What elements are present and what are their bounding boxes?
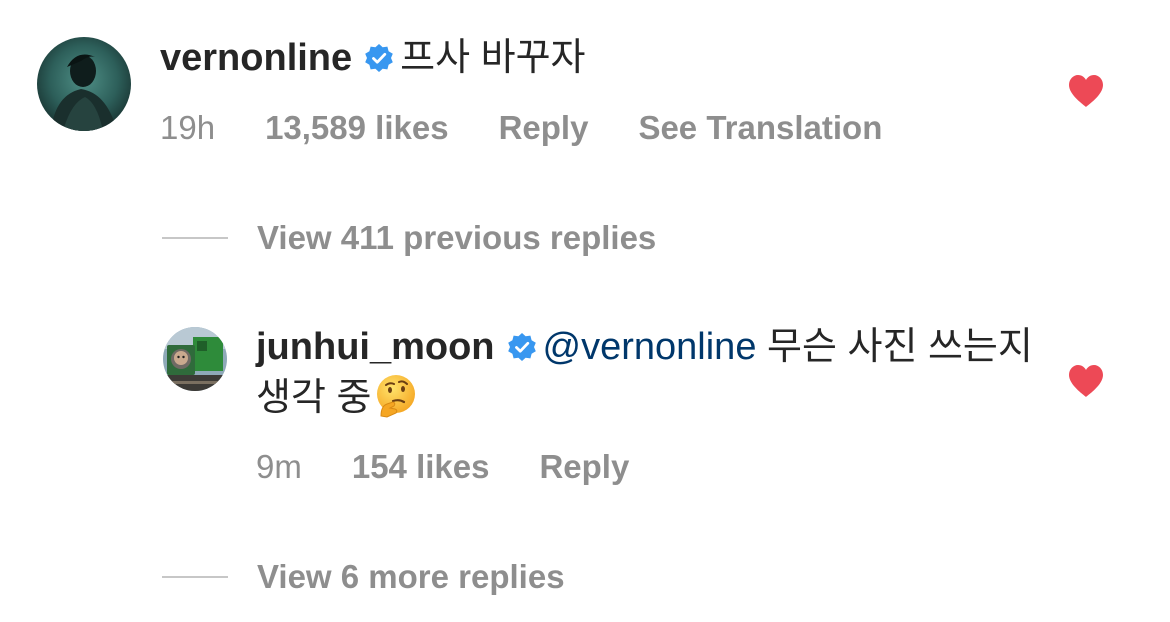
comment-likes-link[interactable]: 13,589 likes: [265, 108, 449, 148]
heart-filled-icon[interactable]: [1067, 74, 1105, 108]
reply-meta: 9m 154 likes Reply: [256, 447, 629, 487]
comment-reply-button[interactable]: Reply: [499, 108, 589, 148]
mention-link[interactable]: @vernonline: [543, 326, 757, 368]
thread-line: [162, 576, 228, 578]
thread-line: [162, 237, 228, 239]
comment-message: 프사 바꾸자: [400, 37, 586, 79]
verified-badge-icon: [507, 332, 537, 362]
reply-username[interactable]: junhui_moon: [256, 326, 495, 368]
reply-timestamp: 9m: [256, 448, 302, 485]
see-translation-button[interactable]: See Translation: [638, 108, 882, 148]
comment-meta: 19h 13,589 likes Reply See Translation: [160, 108, 882, 148]
reply-body: junhui_moon @vernonline 무슨 사진 쓰는지 생각 중: [256, 322, 1046, 423]
avatar-junhui-moon[interactable]: [163, 327, 227, 391]
reply-likes-link[interactable]: 154 likes: [352, 447, 490, 487]
view-more-replies-button[interactable]: View 6 more replies: [162, 557, 565, 597]
reply-reply-button[interactable]: Reply: [539, 447, 629, 487]
view-more-replies-label: View 6 more replies: [257, 558, 565, 595]
comment-body: vernonline 프사 바꾸자: [160, 33, 1040, 83]
verified-badge-icon: [364, 43, 394, 73]
comment-username[interactable]: vernonline: [160, 37, 352, 79]
comment-timestamp: 19h: [160, 109, 216, 146]
heart-filled-icon[interactable]: [1067, 364, 1105, 398]
thinking-face-icon: [373, 372, 419, 418]
avatar-vernonline[interactable]: [37, 37, 131, 131]
view-previous-replies-button[interactable]: View 411 previous replies: [162, 218, 656, 258]
view-previous-replies-label: View 411 previous replies: [257, 219, 657, 256]
